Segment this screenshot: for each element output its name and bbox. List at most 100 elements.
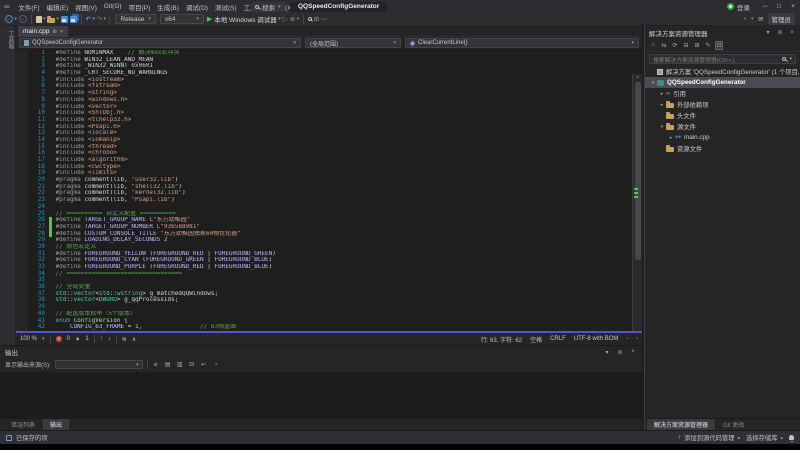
output-content[interactable] (0, 372, 642, 419)
chevron-down-icon[interactable]: ▾ (658, 124, 666, 130)
tree-item-folder[interactable]: ▾源文件 (645, 121, 800, 132)
project-dropdown[interactable]: QQSpeedConfigGenerator ▾ (19, 38, 301, 48)
pin-icon[interactable]: ⊘ (616, 348, 624, 357)
tree-item-folder[interactable]: 头文件 (645, 110, 800, 121)
clear-all-icon[interactable]: ⌀ (152, 360, 160, 369)
next-issue-icon[interactable]: ↓ (108, 336, 111, 342)
error-icon[interactable]: × (56, 336, 62, 342)
solution-configuration-dropdown[interactable]: Release ▾ (115, 14, 155, 24)
redo-icon[interactable]: ↷ (97, 14, 102, 24)
bottom-panel-tab[interactable]: 错误列表 (4, 419, 42, 430)
close-button[interactable]: × (786, 0, 800, 13)
repository-picker-button[interactable]: 选择存储库 ▴ (746, 433, 783, 442)
send-feedback-icon[interactable]: ✉ (758, 14, 763, 24)
autoscroll-icon[interactable]: ◔ (212, 360, 220, 369)
prev-issue-icon[interactable]: ↑ (100, 336, 103, 342)
start-without-debugging-icon[interactable]: ▷ (282, 14, 287, 24)
notifications-bell-icon[interactable] (789, 435, 794, 440)
warning-count[interactable]: 1 (85, 336, 88, 342)
find-in-files-icon[interactable] (308, 14, 312, 24)
chevron-right-icon[interactable]: ▸ (658, 102, 666, 108)
collapse-indicator-icon[interactable]: ∧ (132, 336, 136, 343)
live-share-dropdown-icon[interactable]: ▾ (751, 14, 754, 24)
bottom-panel-tab[interactable]: 输出 (43, 419, 69, 430)
attach-to-process-icon[interactable]: ⊕ (290, 14, 295, 24)
menu-item[interactable]: 项目(P) (125, 2, 154, 12)
indent-mode[interactable]: 空格 (530, 335, 542, 344)
close-tab-icon[interactable]: × (60, 29, 63, 35)
menu-item[interactable]: 视图(V) (72, 2, 101, 12)
tree-item-solution[interactable]: 解决方案 'QQSpeedConfigGenerator' (1 个项目, 共 (645, 66, 800, 77)
tree-item-folder[interactable]: 资源文件 (645, 143, 800, 154)
warning-icon[interactable]: ▲ (75, 336, 80, 342)
properties-icon[interactable]: ✎ (704, 41, 712, 50)
line-ending[interactable]: CRLF (550, 336, 566, 342)
tree-item-cpp[interactable]: ▸++main.cpp (645, 132, 800, 143)
chevron-right-icon[interactable]: ▸ (658, 91, 666, 97)
pin-icon[interactable]: ⊘ (52, 29, 57, 35)
search-box[interactable]: 搜索 ▾ (251, 2, 285, 12)
live-share-icon[interactable]: ◔ (743, 14, 747, 24)
debug-target-label[interactable]: 本地 Windows 调试器 (214, 14, 276, 24)
menu-item[interactable]: 调试(D) (182, 2, 211, 12)
navigate-back-icon[interactable]: ← (5, 15, 13, 23)
solution-explorer-search[interactable]: 搜索解决方案资源管理器(Ctrl+;) ▾ (649, 54, 796, 64)
document-tab-main-cpp[interactable]: main.cpp ⊘ × (18, 26, 68, 37)
show-all-files-icon[interactable]: ⊞ (693, 41, 701, 50)
encoding[interactable]: UTF-8 with BOM (574, 336, 619, 342)
start-debugging-icon[interactable]: ▶ (207, 14, 212, 24)
member-dropdown[interactable]: ClearCurrentLine() ▾ (405, 38, 639, 48)
solution-platform-dropdown[interactable]: x64 ▾ (160, 14, 204, 24)
right-panel-tab[interactable]: Git 更改 (716, 419, 751, 430)
messages-icon[interactable]: ▤ (164, 360, 172, 369)
minimize-button[interactable]: ─ (758, 0, 772, 13)
attach-dropdown-icon[interactable]: ▾ (297, 14, 300, 24)
chevron-right-icon[interactable]: ▸ (667, 135, 675, 141)
tree-item-project[interactable]: ▾QQSpeedConfigGenerator (645, 77, 800, 88)
window-layout-icon[interactable]: ⊞ (314, 14, 319, 24)
refresh-icon[interactable]: ⟳ (671, 41, 679, 50)
zoom-dropdown[interactable]: 100 % (20, 336, 37, 342)
pin-icon[interactable]: ⊘ (776, 28, 784, 37)
debug-target-dropdown-icon[interactable]: ▾ (278, 14, 281, 24)
chevron-down-icon[interactable]: ▾ (649, 80, 657, 86)
window-menu-icon[interactable]: ▾ (764, 28, 772, 37)
collapse-icon[interactable]: ⊟ (188, 360, 196, 369)
collapse-all-icon[interactable]: ⊟ (682, 41, 690, 50)
code-editor[interactable]: 1#define NOMINMAX // 解决max宏冲突2#define WI… (16, 50, 642, 331)
menu-item[interactable]: 测试(S) (211, 2, 240, 12)
tree-item-folder[interactable]: ▸外部依赖项 (645, 99, 800, 110)
menu-item[interactable]: 编辑(E) (43, 2, 72, 12)
sign-in-button[interactable]: 登录 (727, 2, 750, 12)
navigate-forward-icon[interactable]: → (19, 15, 27, 23)
save-all-icon[interactable] (70, 14, 77, 24)
caret-position[interactable]: 行: 63, 字符: 62 (481, 335, 522, 344)
menu-item[interactable]: Git(G) (100, 3, 125, 10)
word-wrap-icon[interactable]: ↩ (200, 360, 208, 369)
window-menu-icon[interactable]: ▾ (603, 348, 611, 357)
preview-selected-items-icon[interactable]: ⊡ (715, 41, 723, 50)
status-extra-icon[interactable]: ▪ (636, 336, 638, 342)
save-icon[interactable] (61, 14, 68, 24)
menu-item[interactable]: 生成(B) (154, 2, 183, 12)
undo-icon[interactable]: ↶ (86, 14, 91, 24)
scroll-up-icon[interactable]: ▴ (633, 74, 642, 80)
back-dropdown-icon[interactable]: ▾ (15, 14, 18, 24)
new-file-dropdown-icon[interactable]: ▾ (43, 14, 46, 24)
status-extra-icon[interactable]: ▪ (626, 336, 628, 342)
undo-dropdown-icon[interactable]: ▾ (93, 14, 96, 24)
maximize-button[interactable]: □ (772, 0, 786, 13)
output-source-dropdown[interactable]: ▾ (55, 360, 143, 369)
tree-item-references[interactable]: ▸∞引用 (645, 88, 800, 99)
scrollbar-thumb[interactable] (635, 82, 641, 260)
new-file-icon[interactable] (36, 14, 42, 24)
close-icon[interactable]: × (788, 28, 796, 37)
home-icon[interactable]: ⌂ (649, 41, 657, 50)
error-count[interactable]: 0 (67, 336, 70, 342)
toolbar-overflow-icon[interactable]: ⋯ (321, 14, 328, 24)
close-icon[interactable]: × (629, 348, 637, 357)
toolbox-vertical-tab[interactable]: 工具箱 (0, 31, 15, 49)
goto-message-icon[interactable]: ▥ (176, 360, 184, 369)
scope-dropdown[interactable]: (全局范围) ▾ (305, 38, 401, 48)
editor-scrollbar[interactable]: ▴ ▾ (632, 74, 642, 331)
